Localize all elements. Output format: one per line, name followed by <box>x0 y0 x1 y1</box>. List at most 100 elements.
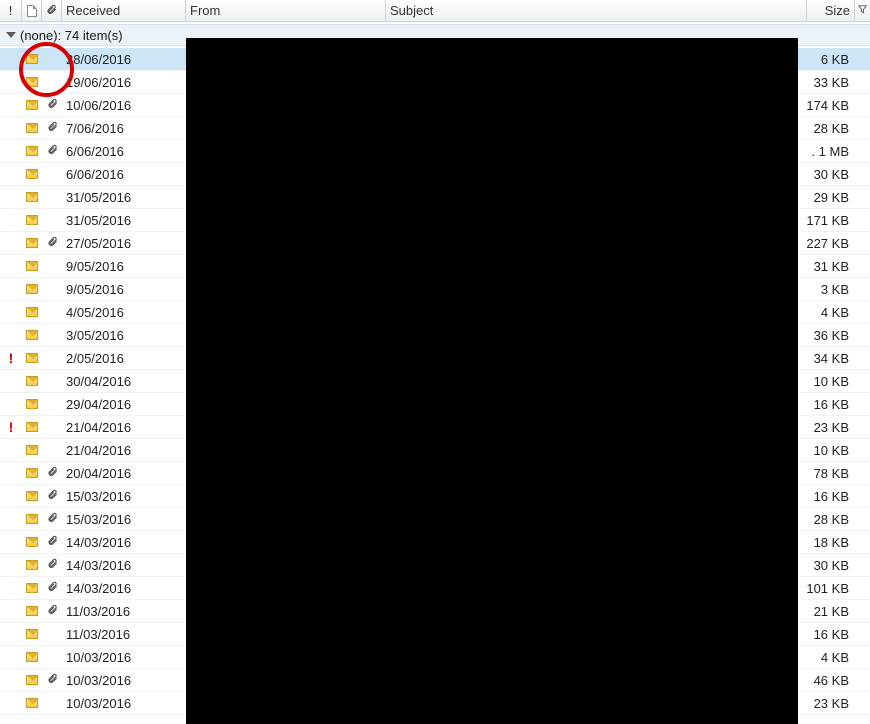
flag-cell[interactable] <box>855 577 870 599</box>
flag-cell[interactable] <box>855 278 870 300</box>
received-cell: 6/06/2016 <box>62 140 186 162</box>
received-cell: 3/05/2016 <box>62 324 186 346</box>
paperclip-icon <box>47 511 58 527</box>
size-cell: 46 KB <box>800 669 855 691</box>
paperclip-icon <box>47 488 58 504</box>
importance-cell <box>0 485 22 507</box>
importance-cell <box>0 278 22 300</box>
flag-cell[interactable] <box>855 669 870 691</box>
received-cell: 27/05/2016 <box>62 232 186 254</box>
flag-cell[interactable] <box>855 462 870 484</box>
flag-cell[interactable] <box>855 370 870 392</box>
attachment-cell <box>42 209 62 231</box>
attachment-cell <box>42 393 62 415</box>
flag-cell[interactable] <box>855 623 870 645</box>
attachment-cell <box>42 669 62 691</box>
envelope-icon <box>26 100 38 110</box>
column-header-from[interactable]: From <box>186 0 386 21</box>
attachment-cell <box>42 255 62 277</box>
size-cell: 16 KB <box>800 623 855 645</box>
importance-cell <box>0 554 22 576</box>
paperclip-icon <box>47 120 58 136</box>
attachment-cell <box>42 554 62 576</box>
column-header-importance[interactable]: ! <box>0 0 22 21</box>
importance-cell <box>0 255 22 277</box>
page-icon <box>27 5 37 17</box>
mail-icon-cell <box>22 416 42 438</box>
flag-cell[interactable] <box>855 416 870 438</box>
envelope-icon <box>26 353 38 363</box>
flag-cell[interactable] <box>855 692 870 714</box>
flag-cell[interactable] <box>855 255 870 277</box>
column-header-attachment[interactable] <box>42 0 62 21</box>
filter-icon <box>857 3 868 18</box>
paperclip-icon <box>47 557 58 573</box>
envelope-icon <box>26 675 38 685</box>
mail-icon-cell <box>22 232 42 254</box>
attachment-cell <box>42 117 62 139</box>
flag-cell[interactable] <box>855 439 870 461</box>
flag-cell[interactable] <box>855 71 870 93</box>
importance-cell <box>0 48 22 70</box>
size-cell: 174 KB <box>800 94 855 116</box>
flag-cell[interactable] <box>855 324 870 346</box>
mail-icon-cell <box>22 554 42 576</box>
flag-cell[interactable] <box>855 209 870 231</box>
envelope-icon <box>26 261 38 271</box>
importance-cell <box>0 232 22 254</box>
flag-cell[interactable] <box>855 94 870 116</box>
paperclip-icon <box>47 603 58 619</box>
envelope-icon <box>26 537 38 547</box>
flag-cell[interactable] <box>855 301 870 323</box>
flag-cell[interactable] <box>855 646 870 668</box>
flag-cell[interactable] <box>855 48 870 70</box>
mail-icon-cell <box>22 623 42 645</box>
column-header-subject[interactable]: Subject <box>386 0 807 21</box>
received-cell: 9/05/2016 <box>62 255 186 277</box>
received-cell: 10/03/2016 <box>62 669 186 691</box>
flag-cell[interactable] <box>855 117 870 139</box>
collapse-triangle-icon <box>6 32 16 38</box>
flag-cell[interactable] <box>855 186 870 208</box>
mail-icon-cell <box>22 692 42 714</box>
flag-cell[interactable] <box>855 485 870 507</box>
size-cell: 101 KB <box>800 577 855 599</box>
column-header-icon[interactable] <box>22 0 42 21</box>
importance-cell <box>0 324 22 346</box>
flag-cell[interactable] <box>855 554 870 576</box>
mail-icon-cell <box>22 531 42 553</box>
envelope-icon <box>26 652 38 662</box>
received-cell: 31/05/2016 <box>62 209 186 231</box>
column-header-flag[interactable] <box>855 0 870 21</box>
flag-cell[interactable] <box>855 393 870 415</box>
flag-cell[interactable] <box>855 232 870 254</box>
attachment-cell <box>42 508 62 530</box>
column-header-row: ! Received From Subject Size <box>0 0 870 22</box>
size-cell: 10 KB <box>800 370 855 392</box>
column-header-received[interactable]: Received <box>62 0 186 21</box>
flag-cell[interactable] <box>855 347 870 369</box>
mail-icon-cell <box>22 140 42 162</box>
size-cell: 23 KB <box>800 692 855 714</box>
attachment-cell <box>42 232 62 254</box>
paperclip-icon <box>47 235 58 251</box>
received-cell: 29/04/2016 <box>62 393 186 415</box>
received-cell: 14/03/2016 <box>62 554 186 576</box>
size-cell: 28 KB <box>800 508 855 530</box>
size-cell: 4 KB <box>800 646 855 668</box>
flag-cell[interactable] <box>855 163 870 185</box>
size-cell: 78 KB <box>800 462 855 484</box>
size-cell: 171 KB <box>800 209 855 231</box>
flag-cell[interactable] <box>855 140 870 162</box>
attachment-cell <box>42 140 62 162</box>
envelope-icon <box>26 146 38 156</box>
flag-cell[interactable] <box>855 508 870 530</box>
envelope-icon <box>26 307 38 317</box>
flag-cell[interactable] <box>855 531 870 553</box>
importance-cell <box>0 140 22 162</box>
mail-icon-cell <box>22 393 42 415</box>
mail-icon-cell <box>22 278 42 300</box>
mail-icon-cell <box>22 255 42 277</box>
flag-cell[interactable] <box>855 600 870 622</box>
column-header-size[interactable]: Size <box>807 0 855 21</box>
